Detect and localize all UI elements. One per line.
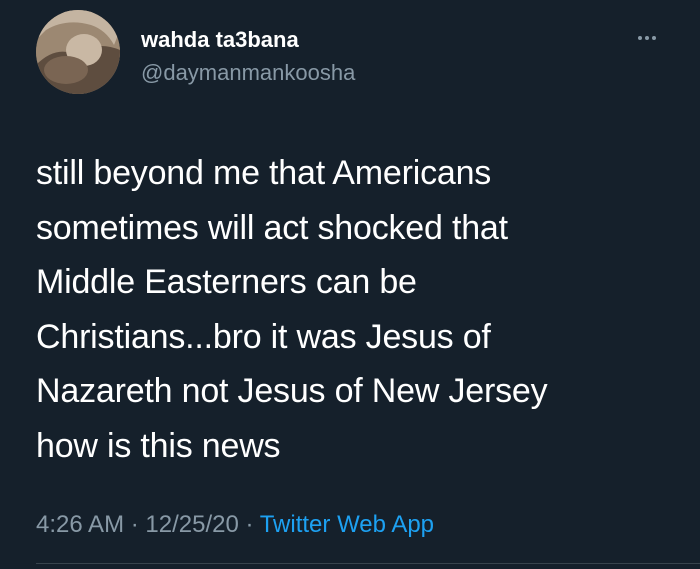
divider — [36, 563, 700, 564]
tweet-text-line: sometimes will act shocked that — [36, 208, 508, 247]
more-options-icon — [638, 36, 642, 40]
tweet-text-line: Christians...bro it was Jesus of — [36, 317, 491, 356]
author-handle[interactable]: @daymanmankoosha — [141, 60, 355, 86]
avatar[interactable] — [36, 10, 120, 94]
avatar-image — [36, 10, 120, 94]
tweet-source-link[interactable]: Twitter Web App — [260, 511, 434, 538]
tweet-text-line: how is this news — [36, 426, 281, 465]
tweet-date[interactable]: 12/25/20 — [145, 511, 238, 538]
tweet-time[interactable]: 4:26 AM — [36, 511, 124, 538]
more-options-button[interactable] — [632, 28, 662, 48]
tweet-text: still beyond me that Americans sometimes… — [36, 146, 676, 473]
tweet: wahda ta3bana @daymanmankoosha still bey… — [0, 0, 700, 569]
meta-separator: · — [124, 511, 146, 538]
tweet-meta: 4:26 AM · 12/25/20 · Twitter Web App — [36, 510, 434, 540]
author-display-name[interactable]: wahda ta3bana — [141, 27, 299, 53]
meta-separator: · — [238, 511, 260, 538]
tweet-text-line: Middle Easterners can be — [36, 263, 417, 301]
tweet-text-line: still beyond me that Americans — [36, 154, 492, 192]
tweet-text-line: Nazareth not Jesus of New Jersey — [36, 372, 548, 410]
